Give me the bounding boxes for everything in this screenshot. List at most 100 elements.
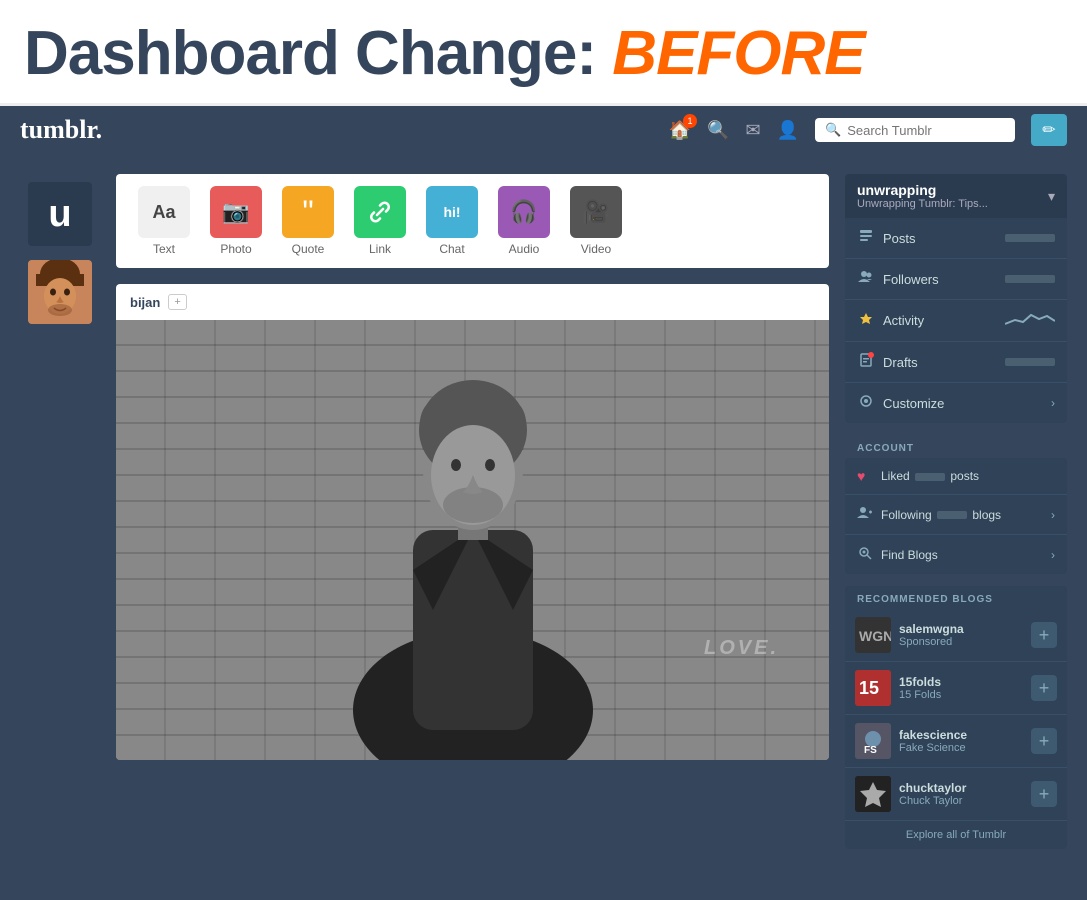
post-types-bar: Aa Text 📷 Photo " Quote Link hi! [116,174,829,268]
find-blogs-icon [857,545,875,564]
video-label: Video [581,242,611,256]
sidebar-item-drafts[interactable]: Drafts [845,342,1067,383]
drafts-label: Drafts [883,355,997,370]
post-type-chat[interactable]: hi! Chat [420,186,484,256]
edit-button[interactable]: ✏ [1031,114,1067,146]
rec-sub-fakescience: Fake Science [899,742,1023,754]
sidebar-item-activity[interactable]: Activity [845,300,1067,342]
recommended-section: RECOMMENDED BLOGS WGN salemwgna Sponsore… [845,586,1067,849]
svg-text:FS: FS [864,745,877,756]
following-chevron-icon: › [1051,508,1055,522]
activity-icon [857,311,875,331]
audio-icon: 🎧 [498,186,550,238]
liked-count-blur [915,473,945,481]
love-text: LOVE. [704,637,779,660]
blog-header[interactable]: unwrapping Unwrapping Tumblr: Tips... ▾ [845,174,1067,218]
post-type-link[interactable]: Link [348,186,412,256]
rec-follow-salemwgna[interactable]: + [1031,622,1057,648]
following-icon [857,505,875,524]
post-type-audio[interactable]: 🎧 Audio [492,186,556,256]
account-icon[interactable]: 👤 [777,120,799,141]
recommended-item-15folds[interactable]: 15 15folds 15 Folds + [845,662,1067,715]
main-layout: u [0,154,1087,869]
liked-icon: ♥ [857,468,875,484]
explore-icon[interactable]: 🔍 [707,120,729,141]
rec-sub-chucktaylor: Chuck Taylor [899,795,1023,807]
account-item-following[interactable]: Following blogs › [845,495,1067,535]
rec-follow-fakescience[interactable]: + [1031,728,1057,754]
search-input[interactable] [847,123,1005,138]
recommended-title: RECOMMENDED BLOGS [845,586,1067,609]
following-text: Following blogs [881,508,1045,522]
account-item-find-blogs[interactable]: Find Blogs › [845,535,1067,574]
account-section-title: ACCOUNT [845,435,1067,458]
center-panel: Aa Text 📷 Photo " Quote Link hi! [116,174,829,760]
post-username[interactable]: bijan [130,295,160,310]
rec-sub-15folds: 15 Folds [899,689,1023,701]
followers-icon [857,269,875,289]
navbar: tumblr. 🏠 1 🔍 ✉ 👤 🔍 ✏ [0,106,1087,154]
post-type-text[interactable]: Aa Text [132,186,196,256]
sidebar-item-posts[interactable]: Posts [845,218,1067,259]
activity-label: Activity [883,313,997,328]
followers-value [1005,275,1055,283]
link-label: Link [369,242,391,256]
rec-avatar-15folds: 15 [855,670,891,706]
audio-label: Audio [509,242,540,256]
feed-post: bijan + [116,284,829,760]
recommended-item-chucktaylor[interactable]: chucktaylor Chuck Taylor + [845,768,1067,821]
banner-title-prefix: Dashboard Change: [24,19,596,88]
user-avatar[interactable] [28,260,92,324]
sidebar-item-followers[interactable]: Followers [845,259,1067,300]
text-label: Text [153,242,175,256]
drafts-icon [857,352,875,372]
home-icon[interactable]: 🏠 1 [669,120,691,141]
messages-icon[interactable]: ✉ [745,120,760,141]
account-item-liked[interactable]: ♥ Liked posts [845,458,1067,495]
post-header: bijan + [116,284,829,320]
account-menu: ♥ Liked posts Following blogs › [845,458,1067,574]
liked-text: Liked posts [881,469,1055,483]
blog-avatar[interactable]: u [28,182,92,246]
right-sidebar: unwrapping Unwrapping Tumblr: Tips... ▾ … [845,174,1067,849]
rec-info-15folds: 15folds 15 Folds [899,675,1023,701]
recommended-item-fakescience[interactable]: FS fakescience Fake Science + [845,715,1067,768]
followers-label: Followers [883,272,997,287]
banner: Dashboard Change: BEFORE [0,0,1087,106]
rec-sub-salemwgna: Sponsored [899,636,1023,648]
sidebar-item-customize[interactable]: Customize › [845,383,1067,423]
user-face [28,260,92,324]
text-icon: Aa [138,186,190,238]
recommended-item-salemwgna[interactable]: WGN salemwgna Sponsored + [845,609,1067,662]
rec-info-chucktaylor: chucktaylor Chuck Taylor [899,781,1023,807]
rec-name-salemwgna: salemwgna [899,622,1023,636]
customize-icon [857,393,875,413]
post-image: LOVE. [116,320,829,760]
blog-chevron-icon[interactable]: ▾ [1048,188,1055,205]
svg-text:15: 15 [859,678,879,698]
find-blogs-chevron-icon: › [1051,548,1055,562]
search-icon: 🔍 [825,122,841,138]
post-type-photo[interactable]: 📷 Photo [204,186,268,256]
explore-all-link[interactable]: Explore all of Tumblr [845,821,1067,849]
following-count-blur [937,511,967,519]
post-type-video[interactable]: 🎥 Video [564,186,628,256]
rec-name-chucktaylor: chucktaylor [899,781,1023,795]
blog-info: unwrapping Unwrapping Tumblr: Tips... [857,182,988,210]
rec-follow-15folds[interactable]: + [1031,675,1057,701]
rec-avatar-chucktaylor [855,776,891,812]
rec-name-15folds: 15folds [899,675,1023,689]
search-bar[interactable]: 🔍 [815,118,1015,142]
home-badge: 1 [683,114,697,128]
chat-label: Chat [439,242,464,256]
rec-follow-chucktaylor[interactable]: + [1031,781,1057,807]
sidebar-menu: Posts Followers Activity [845,218,1067,423]
activity-chart [1005,310,1055,331]
post-type-quote[interactable]: " Quote [276,186,340,256]
video-icon: 🎥 [570,186,622,238]
blog-initial: u [48,193,71,236]
post-follow-button[interactable]: + [168,294,186,310]
blog-subtitle: Unwrapping Tumblr: Tips... [857,198,988,210]
tumblr-logo: tumblr. [20,115,102,145]
drafts-value [1005,358,1055,366]
